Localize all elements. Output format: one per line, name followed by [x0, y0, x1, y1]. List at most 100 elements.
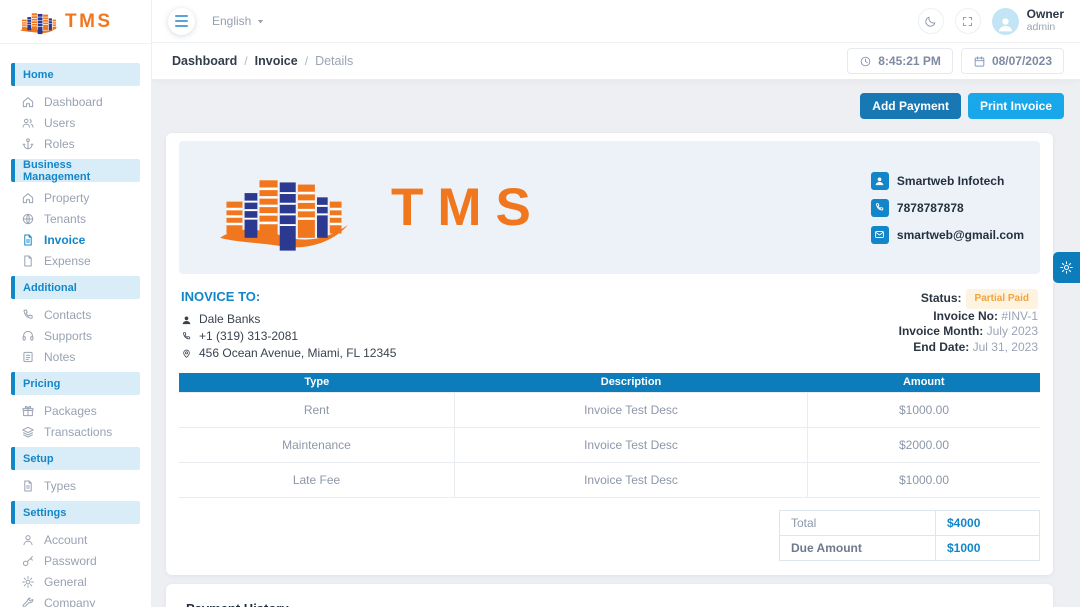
sidebar-item-users[interactable]: Users [0, 112, 151, 133]
invoice-info-row: INOVICE TO: Dale Banks +1 (319) 313-2081… [179, 289, 1040, 360]
column-header-amount: Amount [807, 373, 1040, 392]
gear-icon [1059, 260, 1074, 275]
add-payment-button[interactable]: Add Payment [860, 93, 961, 119]
layers-icon [21, 425, 35, 439]
sidebar-item-tenants[interactable]: Tenants [0, 208, 151, 229]
note-icon [21, 350, 35, 364]
sidebar-section-setup: Setup [11, 447, 140, 470]
cell-description: Invoice Test Desc [454, 461, 809, 498]
sidebar-section-business-management: Business Management [11, 159, 140, 183]
language-label: English [212, 14, 252, 28]
dark-mode-button[interactable] [917, 8, 944, 34]
file-icon [21, 254, 35, 268]
sidebar-item-notes[interactable]: Notes [0, 346, 151, 367]
sidebar: TMS Home Dashboard Users Roles Business … [0, 0, 152, 607]
company-contact-block: Smartweb Infotech 7878787878 smartweb@gm… [870, 171, 1024, 244]
company-phone: 7878787878 [896, 200, 964, 215]
bill-to-phone: +1 (319) 313-2081 [199, 329, 299, 343]
sidebar-item-account[interactable]: Account [0, 529, 151, 550]
bill-to-address: 456 Ocean Avenue, Miami, FL 12345 [199, 346, 397, 360]
company-name-row: Smartweb Infotech [870, 171, 1024, 190]
sidebar-item-expense[interactable]: Expense [0, 250, 151, 271]
date-value: 08/07/2023 [991, 54, 1052, 68]
end-date-row: End Date: Jul 31, 2023 [899, 340, 1038, 356]
chevron-down-icon [256, 17, 265, 26]
bill-to-address-line: 456 Ocean Avenue, Miami, FL 12345 [181, 346, 396, 360]
sidebar-item-company[interactable]: Company [0, 592, 151, 607]
user-name: Owner [1026, 7, 1064, 21]
breadcrumb-dashboard[interactable]: Dashboard [172, 54, 237, 68]
calendar-icon [973, 55, 986, 68]
sidebar-item-packages[interactable]: Packages [0, 400, 151, 421]
clock-icon [859, 55, 872, 68]
brand-name: TMS [65, 10, 113, 32]
cell-description: Invoice Test Desc [454, 391, 809, 428]
settings-fab-button[interactable] [1053, 252, 1080, 283]
table-header-row: Type Description Amount [179, 373, 1040, 392]
sidebar-item-general[interactable]: General [0, 571, 151, 592]
language-dropdown[interactable]: English [212, 14, 265, 28]
file-text-icon [21, 479, 35, 493]
total-value: $4000 [935, 509, 1040, 536]
home-icon [21, 191, 35, 205]
sidebar-item-roles[interactable]: Roles [0, 133, 151, 154]
invoice-card: TMS Smartweb Infotech 7878787878 smartwe… [166, 133, 1053, 575]
print-invoice-button[interactable]: Print Invoice [967, 93, 1064, 119]
invoice-month-row: Invoice Month: July 2023 [899, 324, 1038, 340]
company-phone-row: 7878787878 [870, 198, 1024, 217]
breadcrumb-invoice[interactable]: Invoice [255, 54, 298, 68]
invoice-icon [21, 233, 35, 247]
company-name: Smartweb Infotech [896, 173, 1005, 188]
gear-icon [21, 575, 35, 589]
invoice-no-row: Invoice No: #INV-1 [899, 309, 1038, 325]
sidebar-item-transactions[interactable]: Transactions [0, 421, 151, 442]
moon-icon [924, 15, 937, 28]
phone-icon [21, 308, 35, 322]
fullscreen-button[interactable] [954, 8, 981, 34]
menu-toggle-button[interactable] [168, 7, 195, 35]
company-email-row: smartweb@gmail.com [870, 225, 1024, 244]
invoice-no-label: Invoice No: [933, 308, 998, 323]
company-mail-icon [870, 225, 889, 244]
headset-icon [21, 329, 35, 343]
column-header-type: Type [179, 373, 455, 392]
total-row: Total $4000 [779, 509, 1040, 536]
sidebar-item-property[interactable]: Property [0, 187, 151, 208]
wrench-icon [21, 596, 35, 607]
topbar: English Owner admin [152, 0, 1080, 43]
due-amount-row: Due Amount $1000 [779, 534, 1040, 561]
sidebar-item-dashboard[interactable]: Dashboard [0, 91, 151, 112]
time-display: 8:45:21 PM [847, 48, 953, 74]
key-icon [21, 554, 35, 568]
invoice-month-value: July 2023 [986, 324, 1038, 338]
breadcrumb-details: Details [315, 54, 354, 68]
user-role: admin [1026, 21, 1056, 33]
time-value: 8:45:21 PM [878, 54, 941, 68]
bill-to-heading: INOVICE TO: [181, 289, 261, 304]
company-phone-icon [870, 198, 889, 217]
end-date-label: End Date: [913, 339, 970, 354]
invoice-month-label: Invoice Month: [898, 324, 984, 338]
app-logo[interactable]: TMS [0, 0, 151, 44]
end-date-value: Jul 31, 2023 [972, 339, 1038, 354]
cell-amount: $2000.00 [807, 426, 1040, 463]
status-row: Status: Partial Paid [899, 289, 1038, 309]
cell-type: Rent [179, 391, 456, 428]
user-menu[interactable]: Owner admin [991, 7, 1064, 35]
sidebar-section-home: Home [11, 63, 140, 86]
cell-amount: $1000.00 [807, 461, 1040, 498]
main-area: English Owner admin Dashboard / Invoice … [152, 0, 1080, 607]
globe-icon [21, 212, 35, 226]
sidebar-item-contacts[interactable]: Contacts [0, 304, 151, 325]
gift-icon [21, 404, 35, 418]
cell-type: Maintenance [179, 426, 456, 463]
sidebar-item-supports[interactable]: Supports [0, 325, 151, 346]
sidebar-section-additional: Additional [11, 276, 140, 299]
sidebar-item-invoice[interactable]: Invoice [0, 229, 151, 250]
sidebar-item-password[interactable]: Password [0, 550, 151, 571]
status-label: Status: [920, 291, 962, 305]
sidebar-item-types[interactable]: Types [0, 475, 151, 496]
sidebar-nav: Home Dashboard Users Roles Business Mana… [0, 44, 151, 607]
fullscreen-icon [961, 15, 974, 28]
avatar [991, 7, 1019, 35]
